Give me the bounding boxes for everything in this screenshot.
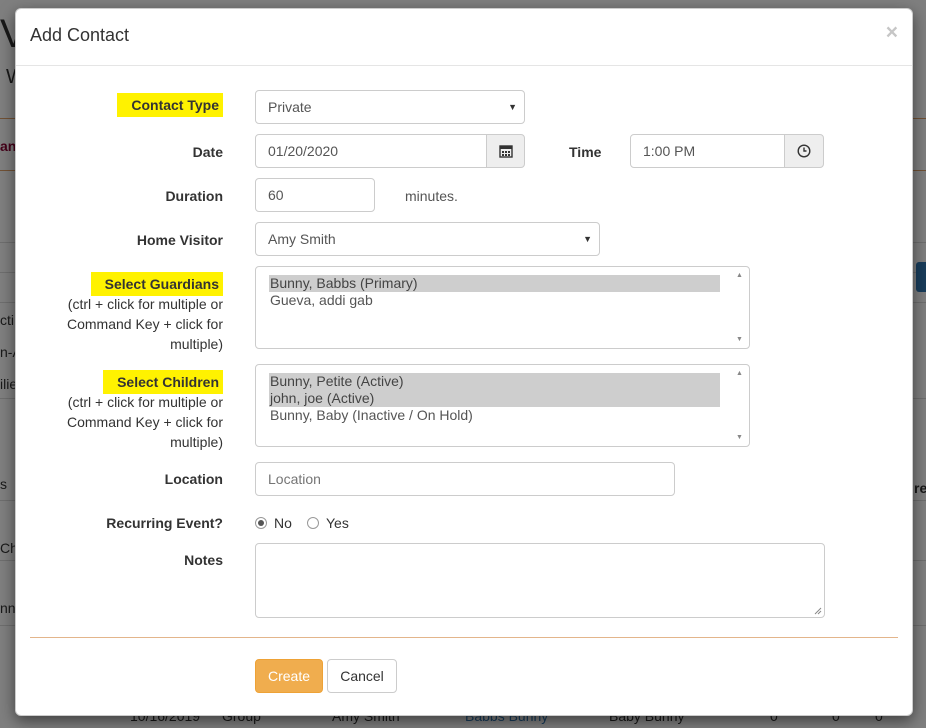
scroll-up-icon[interactable]: ▲: [736, 370, 743, 377]
clock-icon: [797, 144, 811, 158]
date-value: 01/20/2020: [268, 143, 339, 159]
list-item[interactable]: Bunny, Babbs (Primary): [269, 275, 720, 292]
children-listbox[interactable]: Bunny, Petite (Active) john, joe (Active…: [255, 364, 750, 447]
scroll-down-icon[interactable]: ▼: [736, 434, 743, 441]
recurring-no-radio[interactable]: [255, 517, 267, 529]
guardians-listbox[interactable]: Bunny, Babbs (Primary) Gueva, addi gab ▲…: [255, 266, 750, 349]
guardians-label-text: Select Guardians: [90, 272, 223, 296]
modal-header: Add Contact ×: [16, 9, 912, 66]
list-item[interactable]: Bunny, Baby (Inactive / On Hold): [269, 407, 720, 424]
location-label: Location: [164, 471, 223, 487]
recurring-label: Recurring Event?: [106, 515, 223, 531]
contact-type-select[interactable]: Private ▼: [255, 90, 525, 124]
chevron-down-icon: ▼: [508, 102, 517, 112]
children-label: Select Children: [103, 370, 223, 394]
home-visitor-select[interactable]: Amy Smith ▼: [255, 222, 600, 256]
clock-button[interactable]: [784, 134, 824, 168]
children-label-text: Select Children: [103, 370, 223, 394]
add-contact-modal: Add Contact × Contact Type Private ▼ Dat…: [15, 8, 913, 716]
footer-divider: [30, 637, 898, 638]
duration-input[interactable]: 60: [255, 178, 375, 212]
recurring-no-label[interactable]: No: [274, 515, 292, 531]
close-icon[interactable]: ×: [886, 21, 898, 45]
time-label: Time: [569, 144, 602, 160]
scroll-down-icon[interactable]: ▼: [736, 336, 743, 343]
home-visitor-label: Home Visitor: [136, 232, 223, 248]
list-item[interactable]: john, joe (Active): [269, 390, 720, 407]
contact-type-value: Private: [268, 99, 312, 115]
cancel-button[interactable]: Cancel: [327, 659, 397, 693]
notes-label: Notes: [184, 552, 223, 568]
contact-type-label: Contact Type: [117, 93, 223, 117]
scrollbar[interactable]: ▲ ▼: [732, 268, 748, 347]
guardians-hint: (ctrl + click for multiple or Command Ke…: [67, 296, 223, 352]
time-value: 1:00 PM: [643, 143, 696, 159]
list-item[interactable]: Gueva, addi gab: [269, 292, 720, 309]
duration-label: Duration: [165, 188, 223, 204]
guardians-label: Select Guardians: [90, 272, 223, 296]
calendar-icon: [498, 145, 513, 158]
calendar-button[interactable]: [486, 134, 525, 168]
date-input[interactable]: 01/20/2020: [255, 134, 487, 168]
location-input[interactable]: [255, 462, 675, 496]
scroll-up-icon[interactable]: ▲: [736, 272, 743, 279]
contact-type-label-text: Contact Type: [117, 93, 223, 117]
list-item[interactable]: Bunny, Petite (Active): [269, 373, 720, 390]
create-button[interactable]: Create: [255, 659, 323, 693]
notes-textarea[interactable]: [255, 543, 825, 618]
recurring-yes-label[interactable]: Yes: [326, 515, 349, 531]
home-visitor-value: Amy Smith: [268, 231, 336, 247]
recurring-yes-radio[interactable]: [307, 517, 319, 529]
duration-value: 60: [268, 187, 284, 203]
chevron-down-icon: ▼: [583, 234, 592, 244]
scrollbar[interactable]: ▲ ▼: [732, 366, 748, 445]
duration-unit: minutes.: [405, 188, 458, 204]
modal-title: Add Contact: [30, 25, 130, 45]
time-input[interactable]: 1:00 PM: [630, 134, 785, 168]
date-label: Date: [192, 144, 223, 160]
children-hint: (ctrl + click for multiple or Command Ke…: [67, 394, 223, 450]
resize-handle-icon[interactable]: [814, 607, 822, 615]
